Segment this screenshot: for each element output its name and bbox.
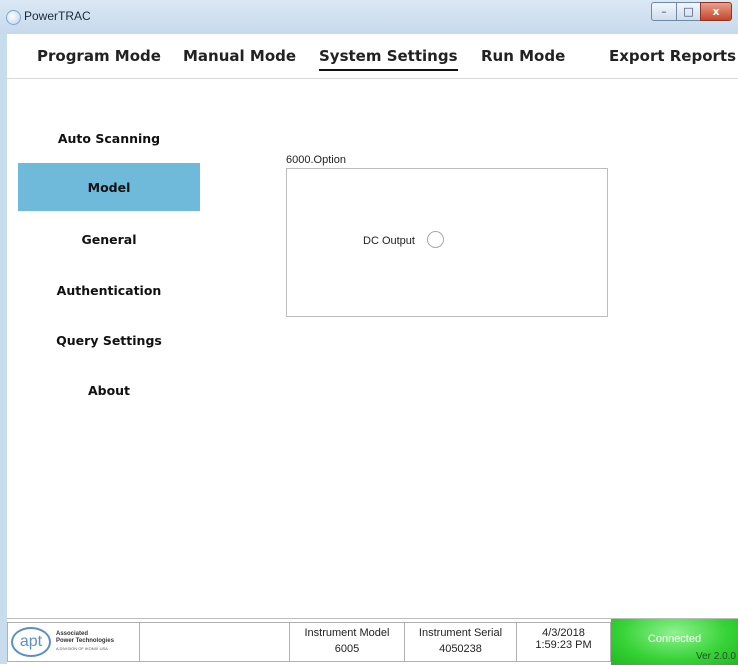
- application-window: PowerTRAC – □ x Program Mode Manual Mode…: [0, 0, 738, 665]
- logo-company-line3: A DIVISION OF IKONIX USA: [56, 646, 108, 651]
- sidebar-item-general[interactable]: General: [18, 215, 200, 263]
- option-group-box: DC Output: [286, 168, 608, 317]
- option-group-label: 6000.Option: [286, 154, 346, 166]
- tab-run-mode[interactable]: Run Mode: [481, 47, 565, 65]
- instrument-serial-value: 4050238: [439, 643, 482, 655]
- minimize-button[interactable]: –: [651, 2, 677, 21]
- company-logo: apt Associated Power Technologies A DIVI…: [7, 622, 140, 662]
- main-nav: Program Mode Manual Mode System Settings…: [7, 34, 738, 79]
- connection-status-badge[interactable]: Connected Ver 2.0.0: [611, 619, 738, 665]
- instrument-model-value: 6005: [334, 643, 360, 655]
- app-icon: [6, 10, 21, 25]
- status-blank-cell: [140, 622, 290, 662]
- settings-sidebar: Auto Scanning Model General Authenticati…: [7, 79, 205, 619]
- client-area: Program Mode Manual Mode System Settings…: [7, 34, 738, 665]
- instrument-serial-cell: Instrument Serial 4050238: [405, 622, 517, 662]
- tab-manual-mode[interactable]: Manual Mode: [183, 47, 296, 65]
- sidebar-item-model[interactable]: Model: [18, 163, 200, 211]
- dc-output-radio[interactable]: [427, 231, 444, 248]
- instrument-model-label: Instrument Model: [304, 627, 390, 639]
- sidebar-item-auto-scanning[interactable]: Auto Scanning: [18, 114, 200, 162]
- apt-logo-icon: apt: [11, 627, 51, 657]
- logo-company-line2: Power Technologies: [56, 638, 114, 644]
- sidebar-item-query-settings[interactable]: Query Settings: [18, 316, 200, 364]
- datetime-cell: 4/3/2018 1:59:23 PM: [517, 622, 611, 662]
- instrument-model-cell: Instrument Model 6005: [290, 622, 405, 662]
- tab-export-reports[interactable]: Export Reports: [609, 47, 736, 65]
- logo-company-line1: Associated: [56, 631, 89, 637]
- instrument-serial-label: Instrument Serial: [418, 627, 503, 639]
- title-bar[interactable]: PowerTRAC – □ x: [0, 0, 738, 34]
- connection-status-text: Connected: [647, 633, 702, 645]
- tab-program-mode[interactable]: Program Mode: [37, 47, 161, 65]
- status-bar: apt Associated Power Technologies A DIVI…: [7, 618, 738, 665]
- status-time: 1:59:23 PM: [535, 639, 592, 651]
- maximize-button[interactable]: □: [676, 2, 701, 21]
- status-date: 4/3/2018: [542, 627, 585, 639]
- tab-system-settings[interactable]: System Settings: [319, 47, 458, 71]
- version-label: Ver 2.0.0: [695, 651, 736, 662]
- sidebar-item-authentication[interactable]: Authentication: [18, 266, 200, 314]
- settings-content: 6000.Option DC Output: [204, 79, 738, 619]
- dc-output-label: DC Output: [363, 235, 415, 247]
- sidebar-item-about[interactable]: About: [18, 366, 200, 414]
- window-title: PowerTRAC: [24, 9, 91, 23]
- close-button[interactable]: x: [700, 2, 732, 21]
